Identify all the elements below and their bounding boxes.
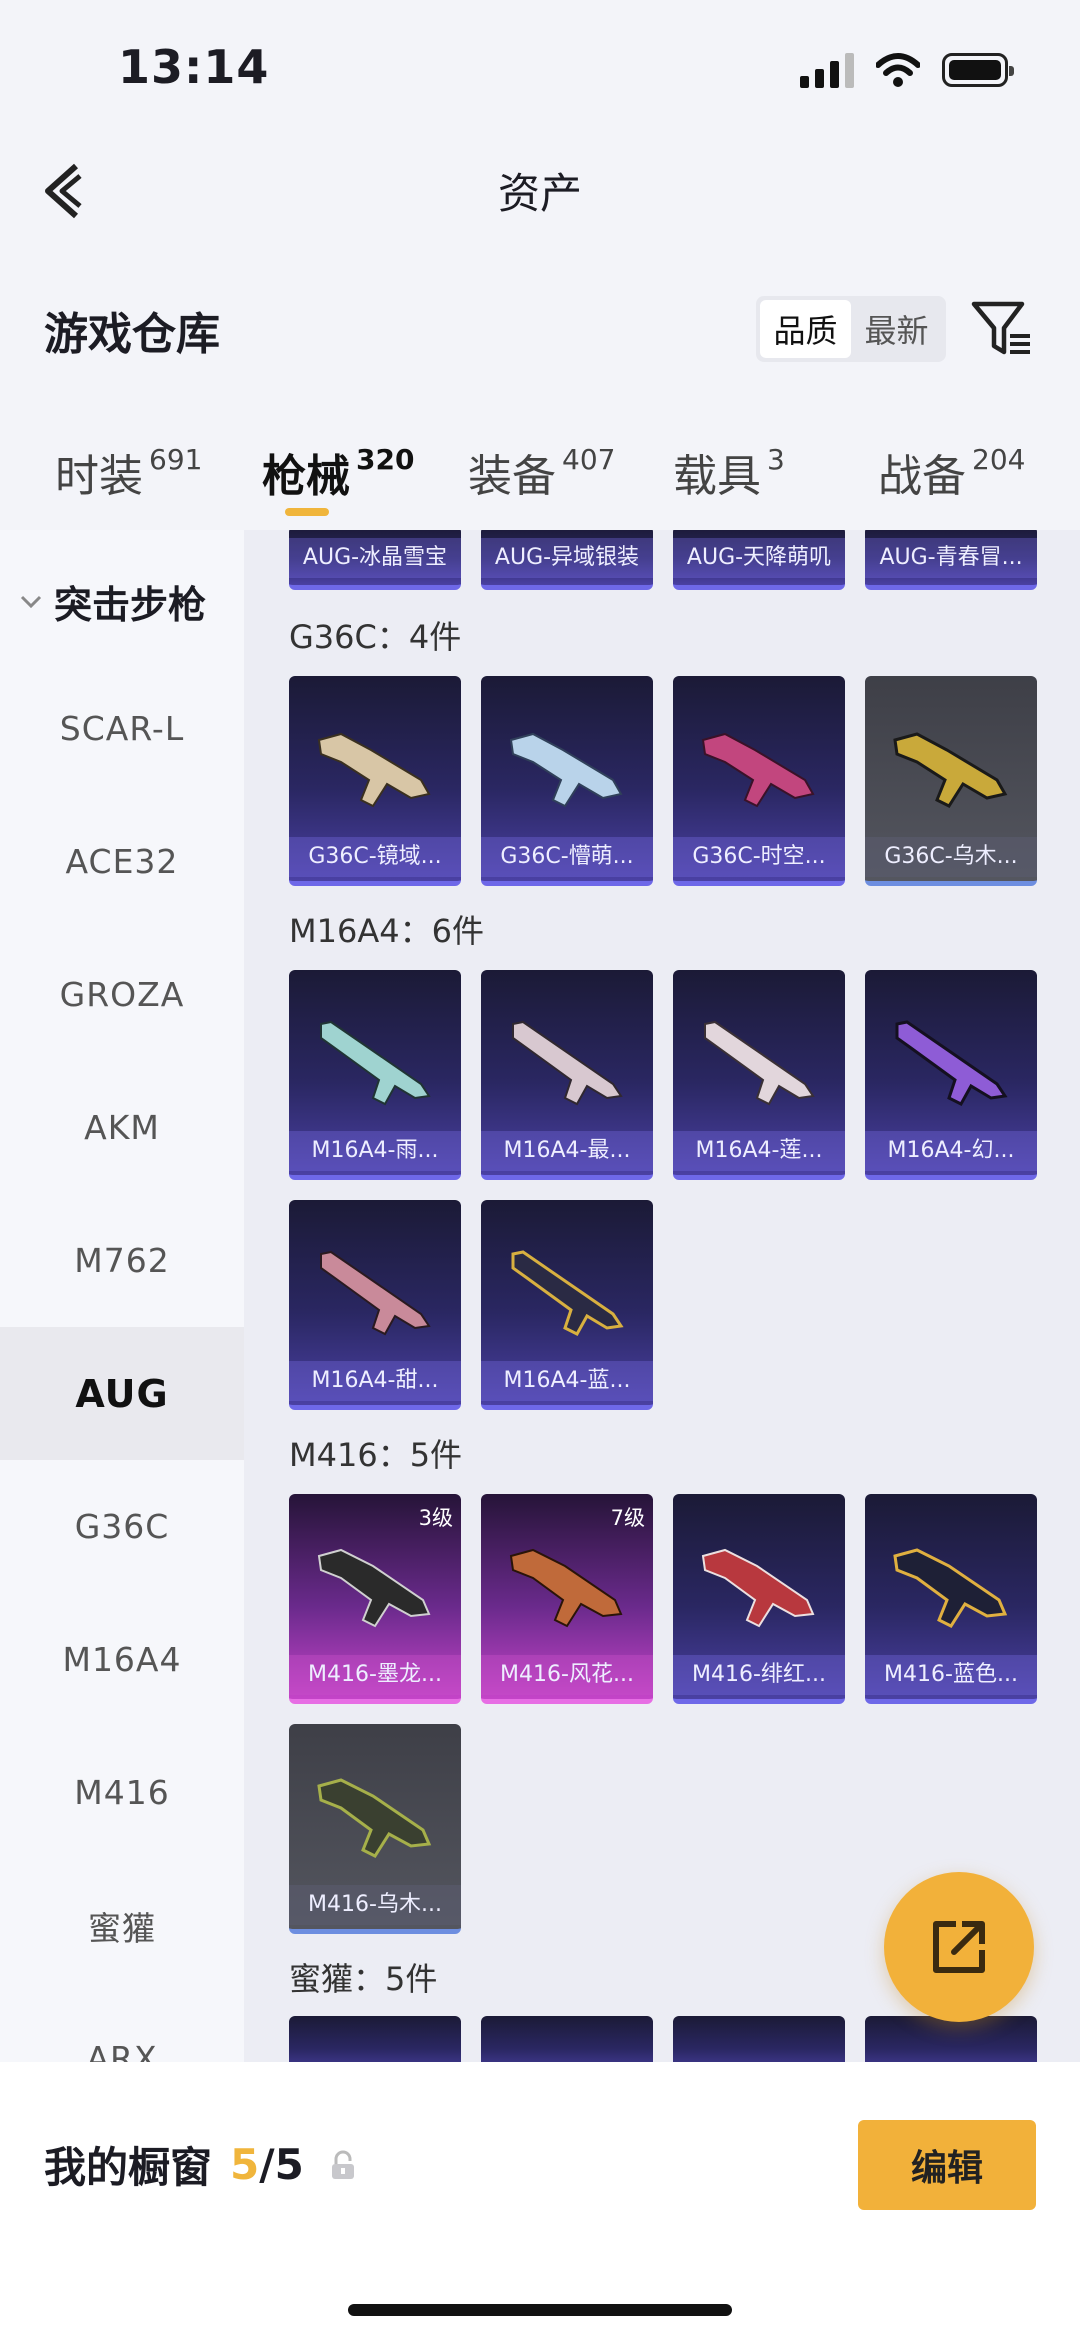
chevron-down-icon xyxy=(20,595,42,608)
status-bar: 13:14 xyxy=(0,0,1080,130)
rifle-icon xyxy=(701,1548,815,1628)
section-title-honey-badger: 蜜獾：5件 xyxy=(289,1960,438,1998)
sidebar-item-arx[interactable]: ARX xyxy=(0,1992,244,2062)
section-title-m16a4: M16A4：6件 xyxy=(289,912,484,950)
rifle-icon xyxy=(895,1020,1008,1106)
skin-card[interactable]: G36C-镜域... xyxy=(289,676,461,886)
section-title-m416: M416：5件 xyxy=(289,1436,463,1474)
sort-latest-button[interactable]: 最新 xyxy=(851,300,942,358)
sort-quality-button[interactable]: 品质 xyxy=(760,300,851,358)
sidebar-item-akm[interactable]: AKM xyxy=(0,1061,244,1194)
skin-card[interactable]: M16A4-莲... xyxy=(673,970,845,1180)
tab-fashion[interactable]: 时装 691 xyxy=(55,440,202,504)
sidebar-item-aug[interactable]: AUG xyxy=(0,1327,244,1460)
weapon-sidebar: 突击步枪 SCAR-L ACE32 GROZA AKM M762 AUG G36… xyxy=(0,530,244,2062)
skin-card[interactable]: AUG-异域银装 xyxy=(481,530,653,590)
rifle-icon xyxy=(893,732,1008,808)
edit-button[interactable]: 编辑 xyxy=(858,2120,1036,2210)
lock-icon xyxy=(331,2150,354,2179)
skin-card[interactable]: G36C-乌木... xyxy=(865,676,1037,886)
signal-icon xyxy=(800,52,854,88)
skin-card[interactable]: M416-乌木... xyxy=(289,1724,461,1934)
sort-toggle: 品质 最新 xyxy=(756,296,946,362)
skin-card[interactable]: G36C-时空... xyxy=(673,676,845,886)
nav-bar: 资产 xyxy=(0,130,1080,250)
rifle-icon xyxy=(701,732,815,808)
skin-card[interactable]: 7级 M416-风花... xyxy=(481,1494,653,1704)
skin-card[interactable]: G36C-懵萌... xyxy=(481,676,653,886)
home-indicator xyxy=(348,2304,732,2316)
sidebar-item-ace32[interactable]: ACE32 xyxy=(0,795,244,928)
tab-supplies[interactable]: 战备 204 xyxy=(878,440,1025,504)
skin-card[interactable]: M416-蓝色... xyxy=(865,1494,1037,1704)
rifle-icon xyxy=(512,1020,623,1106)
tab-guns[interactable]: 枪械 320 xyxy=(262,440,414,504)
rifle-icon xyxy=(317,732,431,808)
skin-card[interactable] xyxy=(865,2016,1037,2062)
active-tab-indicator xyxy=(285,508,329,516)
rifle-icon xyxy=(320,1020,431,1106)
skin-card[interactable] xyxy=(289,2016,461,2062)
sidebar-item-m416[interactable]: M416 xyxy=(0,1726,244,1859)
rifle-icon xyxy=(317,1778,432,1858)
status-time: 13:14 xyxy=(118,40,270,94)
page-title: 资产 xyxy=(497,169,582,218)
rifle-icon xyxy=(704,1020,815,1106)
skin-card[interactable]: AUG-青春冒... xyxy=(865,530,1037,590)
filter-icon[interactable] xyxy=(970,298,1034,362)
skin-card[interactable] xyxy=(673,2016,845,2062)
share-button[interactable] xyxy=(884,1872,1034,2022)
skin-card[interactable]: M16A4-幻... xyxy=(865,970,1037,1180)
sidebar-item-m762[interactable]: M762 xyxy=(0,1194,244,1327)
category-header[interactable]: 突击步枪 xyxy=(20,574,206,629)
sidebar-item-scar-l[interactable]: SCAR-L xyxy=(0,662,244,795)
skin-card[interactable]: AUG-冰晶雪宝 xyxy=(289,530,461,590)
tab-equipment[interactable]: 装备 407 xyxy=(468,440,615,504)
skin-card[interactable]: M16A4-雨... xyxy=(289,970,461,1180)
status-icons xyxy=(800,52,1014,88)
skin-card[interactable]: M16A4-蓝... xyxy=(481,1200,653,1410)
section-title-g36c: G36C：4件 xyxy=(289,618,462,656)
warehouse-title: 游戏仓库 xyxy=(44,309,220,360)
rifle-icon xyxy=(893,1548,1008,1628)
skin-card[interactable]: M416-绯红... xyxy=(673,1494,845,1704)
showcase-current: 5 xyxy=(230,2140,260,2189)
category-tabs: 时装 691 枪械 320 装备 407 载具 3 战备 204 xyxy=(0,420,1080,530)
skin-card[interactable]: M16A4-甜... xyxy=(289,1200,461,1410)
rifle-icon xyxy=(320,1250,431,1336)
share-icon xyxy=(933,1921,985,1973)
weapon-grid: AUG-冰晶雪宝 AUG-异域银装 AUG-天降萌叽 AUG-青春冒... G3… xyxy=(244,530,1080,2062)
rifle-icon xyxy=(511,1250,624,1336)
skin-card[interactable]: M16A4-最... xyxy=(481,970,653,1180)
rifle-icon xyxy=(317,1548,431,1628)
showcase-label: 我的橱窗 5/5 xyxy=(44,2134,356,2195)
skin-card[interactable] xyxy=(481,2016,653,2062)
rifle-icon xyxy=(509,1548,623,1628)
sidebar-item-m16a4[interactable]: M16A4 xyxy=(0,1593,244,1726)
tab-vehicles[interactable]: 载具 3 xyxy=(673,440,785,504)
wifi-icon xyxy=(876,53,920,87)
sidebar-item-groza[interactable]: GROZA xyxy=(0,928,244,1061)
showcase-bar: 我的橱窗 5/5 编辑 xyxy=(0,2062,1080,2337)
showcase-total: /5 xyxy=(259,2140,304,2189)
sidebar-item-honey-badger[interactable]: 蜜獾 xyxy=(0,1859,244,1992)
skin-card[interactable]: 3级 M416-墨龙... xyxy=(289,1494,461,1704)
sidebar-item-g36c[interactable]: G36C xyxy=(0,1460,244,1593)
battery-icon xyxy=(942,53,1014,87)
rifle-icon xyxy=(509,732,623,808)
skin-card[interactable]: AUG-天降萌叽 xyxy=(673,530,845,590)
